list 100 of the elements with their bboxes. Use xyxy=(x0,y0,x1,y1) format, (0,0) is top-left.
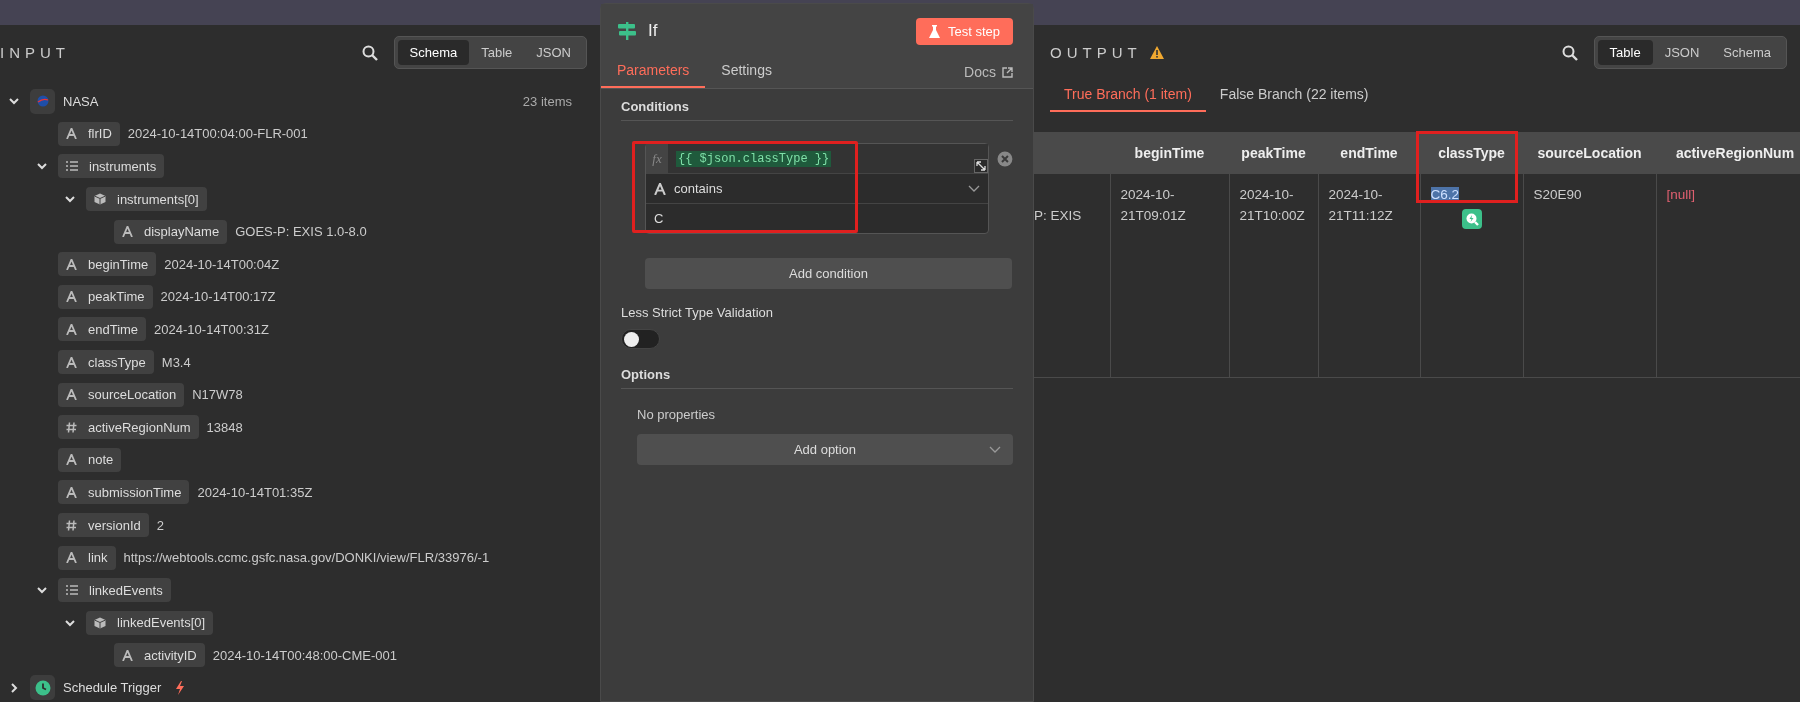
field-pill[interactable]: link xyxy=(58,545,116,570)
lookup-icon[interactable] xyxy=(1461,209,1482,229)
panel-tab[interactable]: Settings xyxy=(705,62,788,88)
field-value: GOES-P: EXIS 1.0-8.0 xyxy=(235,224,367,240)
text-type-icon xyxy=(66,389,77,401)
signpost-icon xyxy=(618,22,636,40)
cube-icon xyxy=(94,616,106,629)
branch-tab[interactable]: True Branch (1 item) xyxy=(1050,80,1206,112)
field-pill[interactable]: versionId xyxy=(58,513,149,537)
external-link-icon xyxy=(1002,66,1013,78)
table-cell-text: P: EXIS xyxy=(1034,207,1083,225)
field-pill[interactable]: sourceLocation xyxy=(58,382,185,407)
field-pill[interactable]: peakTime xyxy=(58,284,153,309)
flask-icon xyxy=(928,24,940,38)
chevron-down-icon xyxy=(968,184,981,193)
view-tab[interactable]: Schema xyxy=(1711,40,1783,65)
clock-icon xyxy=(34,680,51,696)
logo-icon xyxy=(36,95,49,108)
column-header: peakTime xyxy=(1229,132,1318,174)
list-icon xyxy=(66,161,78,172)
column-header: activeRegionNum xyxy=(1656,132,1800,174)
search-icon[interactable] xyxy=(1561,44,1578,61)
empty-text: No properties xyxy=(637,407,717,422)
node-name[interactable]: NASA xyxy=(63,93,99,109)
table-cell: 2024-10-21T09:01Z xyxy=(1120,187,1186,223)
view-tab[interactable]: Schema xyxy=(397,40,470,65)
cube-icon xyxy=(94,193,106,206)
remove-icon[interactable] xyxy=(997,151,1013,167)
section-heading: Conditions xyxy=(621,99,1013,121)
fx-label: fx xyxy=(646,144,668,173)
chevron-icon[interactable] xyxy=(8,682,20,694)
field-value: 2024-10-14T00:04:00-FLR-001 xyxy=(127,126,308,142)
table-cell: S20E90 xyxy=(1533,187,1582,202)
field-pill[interactable]: endTime xyxy=(58,317,147,342)
text-type-icon xyxy=(66,552,77,564)
text-type-icon xyxy=(66,128,77,140)
panel-title: OUTPUT xyxy=(1050,44,1142,61)
field-value: 13848 xyxy=(206,419,243,435)
docs-link[interactable]: Docs xyxy=(964,64,1013,88)
text-type-icon xyxy=(66,291,77,303)
field-pill[interactable]: note xyxy=(58,447,122,472)
toggle-switch[interactable] xyxy=(621,329,660,349)
field-pill[interactable]: displayName xyxy=(114,219,228,244)
add-condition-button[interactable]: Add condition xyxy=(645,258,1012,289)
expression-field[interactable]: fx {{ $json.classType }} xyxy=(646,144,989,173)
field-value: 2024-10-14T00:48:00-CME-001 xyxy=(212,647,397,663)
view-tab[interactable]: Table xyxy=(469,40,525,65)
hash-icon xyxy=(66,421,77,433)
chevron-down-icon xyxy=(989,445,1001,454)
column-header: classType xyxy=(1420,132,1523,174)
warning-icon xyxy=(1149,46,1164,59)
text-type-icon xyxy=(122,649,133,661)
field-pill[interactable]: activityID xyxy=(114,643,205,668)
field-value: 2024-10-14T00:04Z xyxy=(164,256,280,272)
panel-tab[interactable]: Parameters xyxy=(601,62,706,88)
table-cell: [null] xyxy=(1666,187,1696,202)
field-value: 2 xyxy=(156,517,164,533)
value-field[interactable]: C xyxy=(646,203,989,233)
node-title: If xyxy=(648,21,658,41)
view-tab[interactable]: Table xyxy=(1597,40,1653,65)
hash-icon xyxy=(66,519,77,531)
field-pill[interactable]: linkedEvents[0] xyxy=(86,610,214,635)
operator-dropdown[interactable]: contains xyxy=(646,173,989,203)
table-cell: 2024-10-21T10:00Z xyxy=(1239,187,1305,223)
text-type-icon xyxy=(66,356,77,368)
text-type-icon xyxy=(66,258,77,270)
field-value: 2024-10-14T00:31Z xyxy=(154,321,270,337)
field-pill[interactable]: submissionTime xyxy=(58,480,190,505)
text-type-icon xyxy=(654,182,666,195)
search-icon[interactable] xyxy=(361,44,378,61)
column-header: sourceLocation xyxy=(1523,132,1656,174)
field-pill[interactable]: instruments[0] xyxy=(86,187,207,212)
text-type-icon xyxy=(66,454,77,466)
table-cell: 2024-10-21T11:12Z xyxy=(1328,187,1393,223)
field-value: M3.4 xyxy=(161,354,191,370)
text-type-icon xyxy=(66,486,77,498)
field-pill[interactable]: flrID xyxy=(58,121,120,146)
field-pill[interactable]: beginTime xyxy=(58,252,157,277)
node-name[interactable]: Schedule Trigger xyxy=(63,680,162,696)
item-count: 23 items xyxy=(522,93,572,109)
view-tab[interactable]: JSON xyxy=(1652,40,1712,65)
field-pill[interactable]: instruments xyxy=(58,154,165,179)
text-type-icon xyxy=(66,323,77,335)
panel-title: INPUT xyxy=(0,44,70,61)
field-value: 2024-10-14T00:17Z xyxy=(160,289,276,305)
expand-icon[interactable] xyxy=(974,159,989,173)
field-value: N17W78 xyxy=(192,387,243,403)
field-pill[interactable]: classType xyxy=(58,350,154,375)
field-value: https://webtools.ccmc.gsfc.nasa.gov/DONKI/view/FLR/33976/-1 xyxy=(123,550,490,566)
text-type-icon xyxy=(122,226,133,238)
column-header: endTime xyxy=(1318,132,1420,174)
field-pill[interactable]: activeRegionNum xyxy=(58,415,199,440)
view-tab[interactable]: JSON xyxy=(524,40,583,65)
column-header: beginTime xyxy=(1110,132,1229,174)
list-icon xyxy=(66,585,78,596)
add-option-button[interactable]: Add option xyxy=(637,434,1013,465)
field-pill[interactable]: linkedEvents xyxy=(58,578,171,603)
branch-tab[interactable]: False Branch (22 items) xyxy=(1205,80,1383,112)
setting-label: Less Strict Type Validation xyxy=(621,305,774,320)
lightning-icon xyxy=(175,681,186,695)
